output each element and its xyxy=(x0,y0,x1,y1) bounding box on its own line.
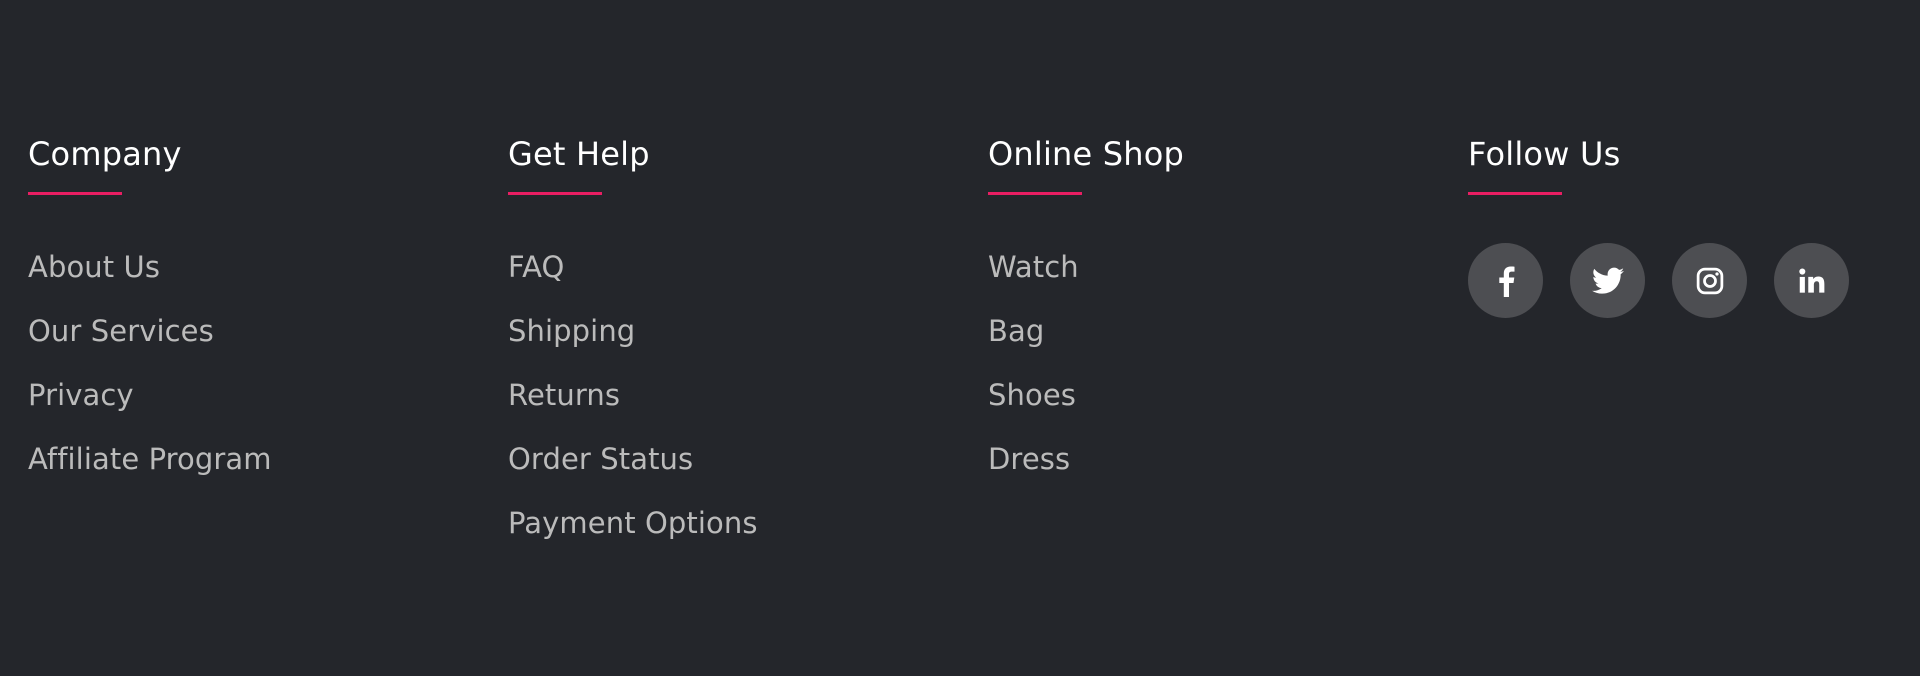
linkedin-button[interactable] xyxy=(1774,243,1849,318)
footer-link-privacy[interactable]: Privacy xyxy=(28,378,134,412)
list-item: FAQ xyxy=(508,247,968,311)
title-underline xyxy=(988,192,1082,195)
link-list: FAQ Shipping Returns Order Status Paymen… xyxy=(508,247,968,567)
footer-link-shoes[interactable]: Shoes xyxy=(988,378,1076,412)
title-underline xyxy=(508,192,602,195)
list-item: Our Services xyxy=(28,311,488,375)
footer-link-bag[interactable]: Bag xyxy=(988,314,1044,348)
footer-link-shipping[interactable]: Shipping xyxy=(508,314,635,348)
facebook-button[interactable] xyxy=(1468,243,1543,318)
title-underline xyxy=(28,192,122,195)
link-list: About Us Our Services Privacy Affiliate … xyxy=(28,247,488,503)
footer-link-order-status[interactable]: Order Status xyxy=(508,442,693,476)
twitter-icon xyxy=(1591,267,1624,294)
footer-link-faq[interactable]: FAQ xyxy=(508,250,564,284)
footer-link-watch[interactable]: Watch xyxy=(988,250,1079,284)
site-footer: Company About Us Our Services Privacy Af… xyxy=(0,0,1920,676)
social-links xyxy=(1468,243,1920,318)
footer-link-affiliate-program[interactable]: Affiliate Program xyxy=(28,442,272,476)
footer-link-payment-options[interactable]: Payment Options xyxy=(508,506,758,540)
list-item: Bag xyxy=(988,311,1448,375)
facebook-icon xyxy=(1498,266,1514,297)
column-title: Get Help xyxy=(508,135,650,173)
footer-link-dress[interactable]: Dress xyxy=(988,442,1070,476)
link-list: Watch Bag Shoes Dress xyxy=(988,247,1448,503)
list-item: Order Status xyxy=(508,439,968,503)
list-item: Affiliate Program xyxy=(28,439,488,503)
linkedin-icon xyxy=(1798,268,1824,293)
list-item: Dress xyxy=(988,439,1448,503)
footer-link-returns[interactable]: Returns xyxy=(508,378,620,412)
list-item: Payment Options xyxy=(508,503,968,567)
column-title: Follow Us xyxy=(1468,135,1621,173)
title-underline xyxy=(1468,192,1562,195)
list-item: Watch xyxy=(988,247,1448,311)
instagram-button[interactable] xyxy=(1672,243,1747,318)
footer-link-about-us[interactable]: About Us xyxy=(28,250,160,284)
column-title: Online Shop xyxy=(988,135,1185,173)
footer-column-online-shop: Online Shop Watch Bag Shoes Dress xyxy=(988,130,1448,503)
list-item: Shipping xyxy=(508,311,968,375)
footer-link-our-services[interactable]: Our Services xyxy=(28,314,214,348)
list-item: About Us xyxy=(28,247,488,311)
footer-column-get-help: Get Help FAQ Shipping Returns Order Stat… xyxy=(508,130,968,567)
list-item: Privacy xyxy=(28,375,488,439)
list-item: Returns xyxy=(508,375,968,439)
footer-column-follow-us: Follow Us xyxy=(1468,130,1920,318)
footer-column-company: Company About Us Our Services Privacy Af… xyxy=(28,130,488,503)
instagram-icon xyxy=(1696,267,1723,294)
list-item: Shoes xyxy=(988,375,1448,439)
column-title: Company xyxy=(28,135,182,173)
twitter-button[interactable] xyxy=(1570,243,1645,318)
